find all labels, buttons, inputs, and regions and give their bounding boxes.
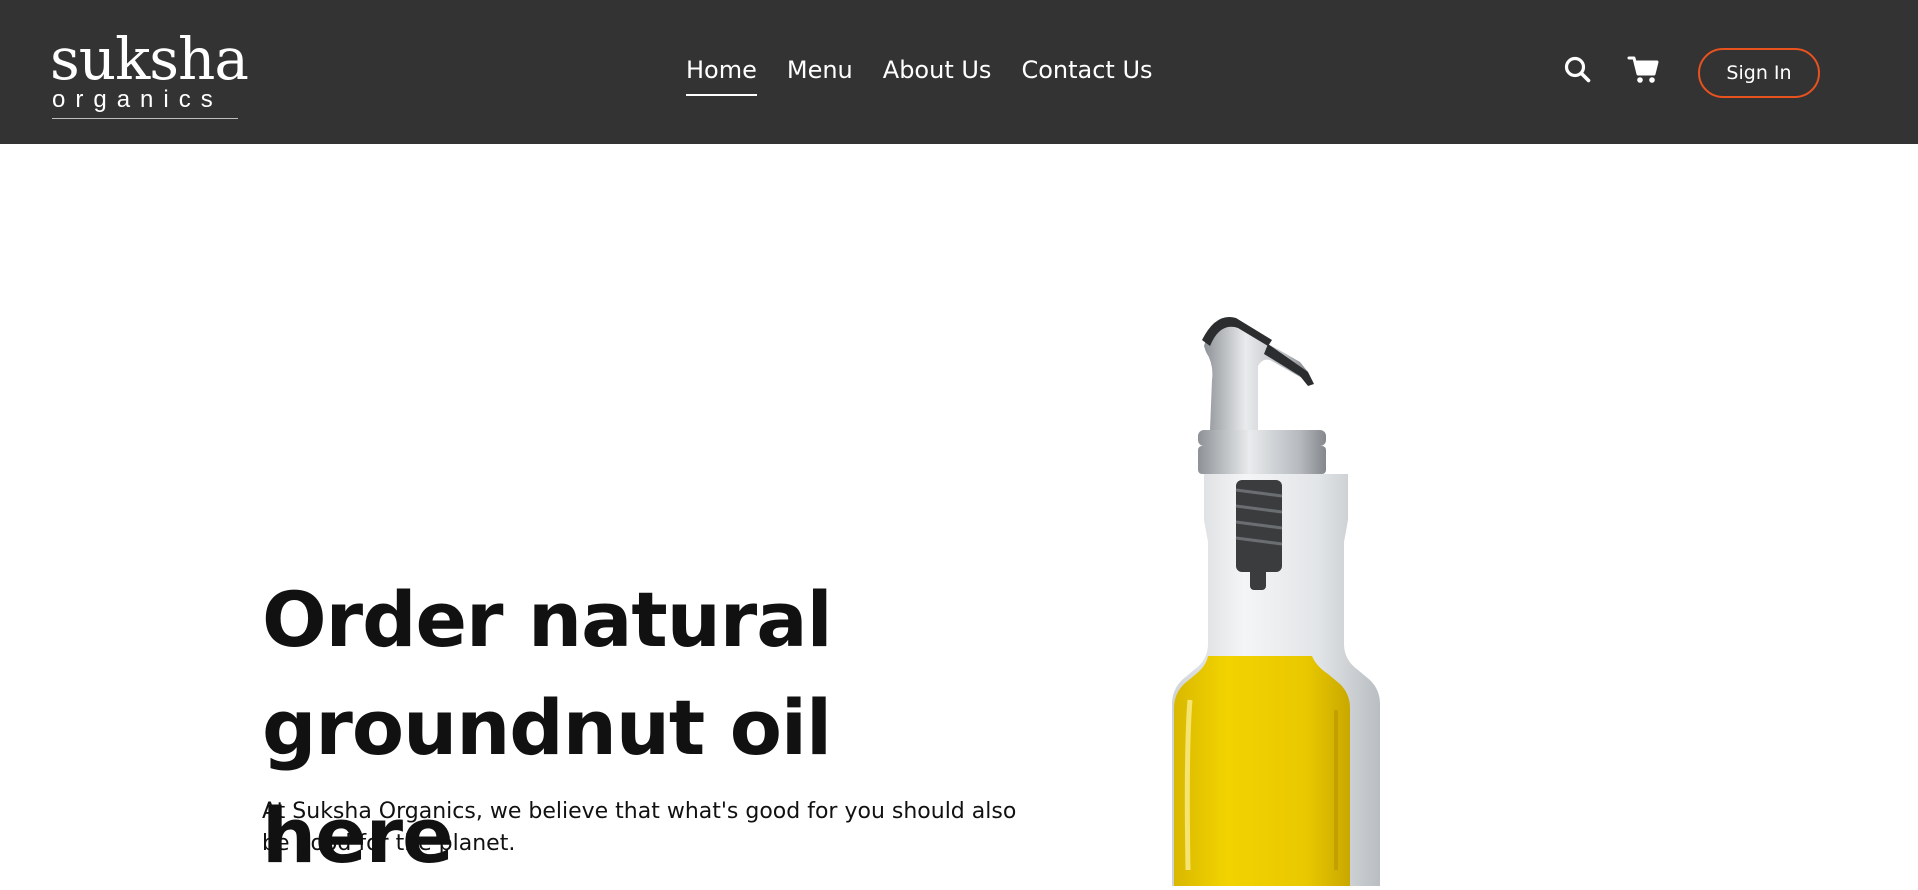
oil-bottle-image <box>1140 310 1410 886</box>
cart-icon[interactable] <box>1626 52 1662 88</box>
brand-name: suksha <box>50 25 249 93</box>
brand-underline <box>52 118 238 119</box>
nav-link-menu[interactable]: Menu <box>787 52 853 92</box>
hero-description: At Suksha Organics, we believe that what… <box>262 799 1017 856</box>
navbar: suksha organics Home Menu About Us Conta… <box>0 0 1918 144</box>
main-nav: Home Menu About Us Contact Us <box>686 52 1153 96</box>
hero-heading-line-1: Order natural <box>262 575 833 664</box>
search-icon[interactable] <box>1560 52 1596 88</box>
nav-link-about-us[interactable]: About Us <box>883 52 992 92</box>
sign-in-button[interactable]: Sign In <box>1698 48 1820 98</box>
nav-link-home[interactable]: Home <box>686 52 757 96</box>
brand-logo[interactable]: suksha organics <box>50 26 249 122</box>
nav-link-contact-us[interactable]: Contact Us <box>1021 52 1152 92</box>
brand-tagline: organics <box>52 86 223 113</box>
